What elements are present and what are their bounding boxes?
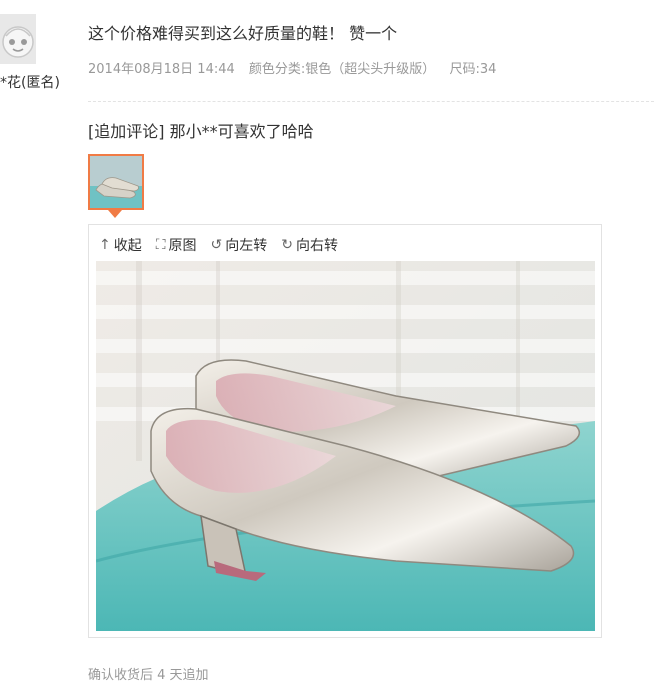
append-review: [追加评论] 那小**可喜欢了哈哈	[88, 118, 314, 142]
collapse-label: 收起	[113, 238, 142, 254]
review-color: 颜色分类:银色（超尖头升级版）	[248, 62, 436, 77]
review-photo: ​	[96, 261, 595, 631]
rotate-left-button[interactable]: ↺ 向左转	[211, 234, 268, 256]
reviewer-name: *花(匿名)	[0, 75, 60, 91]
collapse-button[interactable]: ↑ 收起	[99, 234, 142, 256]
append-tag: [追加评论]	[88, 122, 165, 141]
photo-thumbnail[interactable]	[88, 154, 144, 210]
image-viewer: ↑ 收起 ⛶ 原图 ↺ 向左转 ↻ 向右转	[88, 224, 602, 638]
avatar[interactable]	[0, 14, 36, 64]
thumbnail-pointer	[108, 210, 122, 218]
thumbnail-image	[90, 156, 142, 208]
rotate-left-icon: ↺	[210, 237, 223, 253]
footer-note: 确认收货后 4 天追加	[88, 668, 209, 683]
review-date: 2014年08月18日 14:44	[88, 62, 235, 77]
rotate-right-icon: ↻	[281, 237, 294, 253]
original-image-button[interactable]: ⛶ 原图	[156, 234, 197, 256]
original-label: 原图	[168, 238, 197, 254]
avatar-face-icon	[0, 14, 36, 64]
rotate-right-button[interactable]: ↻ 向右转	[281, 234, 338, 256]
collapse-icon: ↑	[99, 237, 111, 253]
divider	[88, 101, 654, 102]
shoe-photo: ​	[96, 261, 595, 631]
review-meta: 2014年08月18日 14:44 颜色分类:银色（超尖头升级版） 尺码:34	[88, 58, 506, 77]
append-text: 那小**可喜欢了哈哈	[169, 122, 314, 141]
rotate-right-label: 向右转	[296, 238, 339, 254]
review-text: 这个价格难得买到这么好质量的鞋！ 赞一个	[88, 24, 398, 43]
expand-icon: ⛶	[155, 237, 166, 253]
viewer-toolbar: ↑ 收起 ⛶ 原图 ↺ 向左转 ↻ 向右转	[99, 234, 338, 256]
rotate-left-label: 向左转	[225, 238, 268, 254]
review-size: 尺码:34	[449, 62, 497, 77]
